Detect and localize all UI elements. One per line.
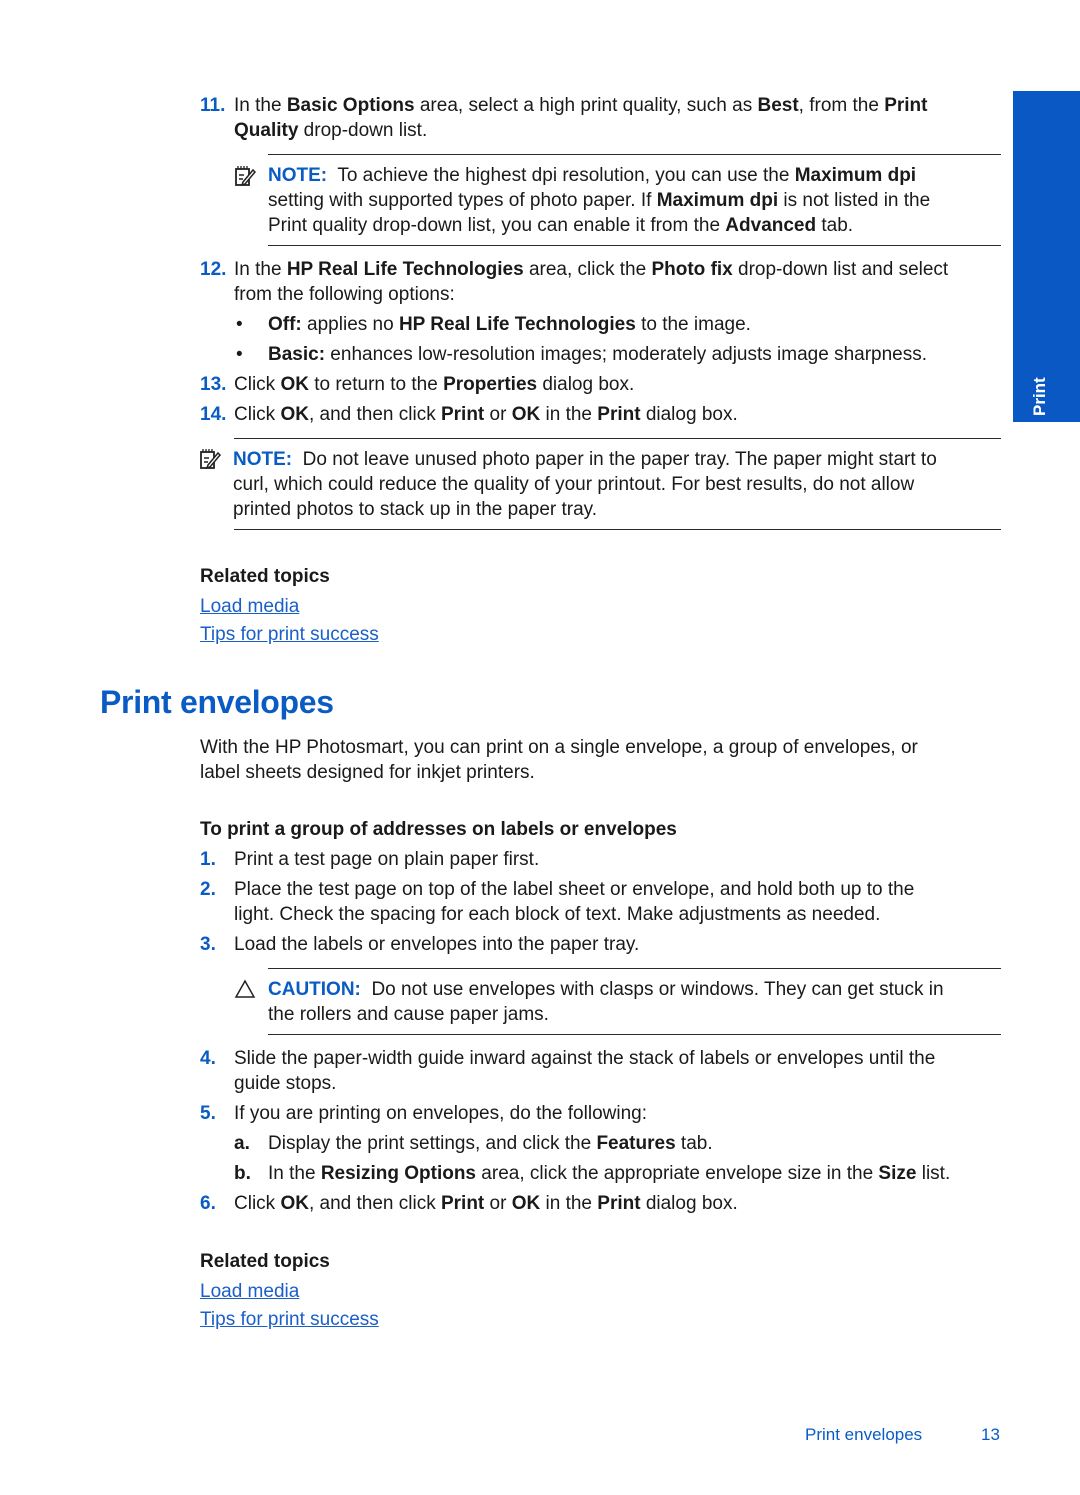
footer-section-name: Print envelopes bbox=[805, 1425, 923, 1444]
step-text: Click OK, and then click Print or OK in … bbox=[234, 404, 738, 425]
note-icon bbox=[235, 166, 256, 187]
step-number: 2. bbox=[200, 879, 216, 900]
step-text: Place the test page on top of the label … bbox=[234, 879, 915, 900]
note-text: NOTE: Do not leave unused photo paper in… bbox=[233, 449, 937, 470]
note-text: NOTE: To achieve the highest dpi resolut… bbox=[268, 165, 917, 186]
note-icon bbox=[200, 449, 221, 470]
section-title: Print envelopes bbox=[100, 684, 334, 720]
divider bbox=[268, 1034, 1001, 1035]
step-number: 1. bbox=[200, 849, 216, 870]
divider bbox=[268, 245, 1001, 246]
caution-text: CAUTION: Do not use envelopes with clasp… bbox=[268, 979, 944, 1000]
caution-icon bbox=[234, 979, 256, 998]
substep-text: In the Resizing Options area, click the … bbox=[268, 1163, 951, 1184]
intro-text: With the HP Photosmart, you can print on… bbox=[200, 737, 918, 758]
page-number: 13 bbox=[981, 1425, 1000, 1444]
step-text: Click OK, and then click Print or OK in … bbox=[234, 1193, 738, 1214]
step-number: 4. bbox=[200, 1048, 216, 1069]
link-tips-for-print-success[interactable]: Tips for print success bbox=[200, 1307, 379, 1332]
step-number: 3. bbox=[200, 934, 216, 955]
step-number: 5. bbox=[200, 1103, 216, 1124]
note-label: NOTE: bbox=[233, 449, 293, 470]
bullet: • bbox=[236, 344, 243, 365]
note-text: curl, which could reduce the quality of … bbox=[233, 474, 915, 495]
divider bbox=[268, 968, 1001, 969]
note-text: printed photos to stack up in the paper … bbox=[233, 499, 598, 520]
caution-label: CAUTION: bbox=[268, 979, 361, 1000]
step-text: Click OK to return to the Properties dia… bbox=[234, 374, 635, 395]
step-number: 14. bbox=[200, 404, 227, 425]
bullet: • bbox=[236, 314, 243, 335]
step-text: Print a test page on plain paper first. bbox=[234, 849, 540, 870]
divider bbox=[268, 154, 1001, 155]
step-number: 13. bbox=[200, 374, 227, 395]
link-tips-for-print-success[interactable]: Tips for print success bbox=[200, 622, 379, 647]
step-text: Load the labels or envelopes into the pa… bbox=[234, 934, 640, 955]
step-text: light. Check the spacing for each block … bbox=[234, 904, 881, 925]
option-text: Off: applies no HP Real Life Technologie… bbox=[268, 314, 751, 335]
link-load-media[interactable]: Load media bbox=[200, 594, 299, 619]
step-number: 12. bbox=[200, 259, 227, 280]
step-text: guide stops. bbox=[234, 1073, 337, 1094]
substep-text: Display the print settings, and click th… bbox=[268, 1133, 713, 1154]
step-text: If you are printing on envelopes, do the… bbox=[234, 1103, 647, 1124]
note-text: setting with supported types of photo pa… bbox=[268, 190, 931, 211]
procedure-title: To print a group of addresses on labels … bbox=[200, 819, 677, 840]
link-load-media[interactable]: Load media bbox=[200, 1279, 299, 1304]
substep-letter: b. bbox=[234, 1163, 251, 1184]
divider bbox=[234, 529, 1001, 530]
related-topics-heading: Related topics bbox=[200, 1251, 330, 1272]
step-text: from the following options: bbox=[234, 284, 455, 305]
step-number: 11. bbox=[200, 95, 226, 116]
step-text: Slide the paper-width guide inward again… bbox=[234, 1048, 936, 1069]
note-label: NOTE: bbox=[268, 165, 328, 186]
option-text: Basic: enhances low-resolution images; m… bbox=[268, 344, 928, 365]
step-text: In the HP Real Life Technologies area, c… bbox=[234, 259, 949, 280]
divider bbox=[234, 438, 1001, 439]
step-text: In the Basic Options area, select a high… bbox=[234, 95, 928, 116]
caution-text: the rollers and cause paper jams. bbox=[268, 1004, 549, 1025]
related-topics-heading: Related topics bbox=[200, 566, 330, 587]
intro-text: label sheets designed for inkjet printer… bbox=[200, 762, 535, 783]
step-text: Quality drop-down list. bbox=[234, 120, 428, 141]
step-number: 6. bbox=[200, 1193, 216, 1214]
note-text: Print quality drop-down list, you can en… bbox=[268, 215, 854, 236]
substep-letter: a. bbox=[234, 1133, 250, 1154]
chapter-tab-label: Print bbox=[1030, 377, 1049, 416]
